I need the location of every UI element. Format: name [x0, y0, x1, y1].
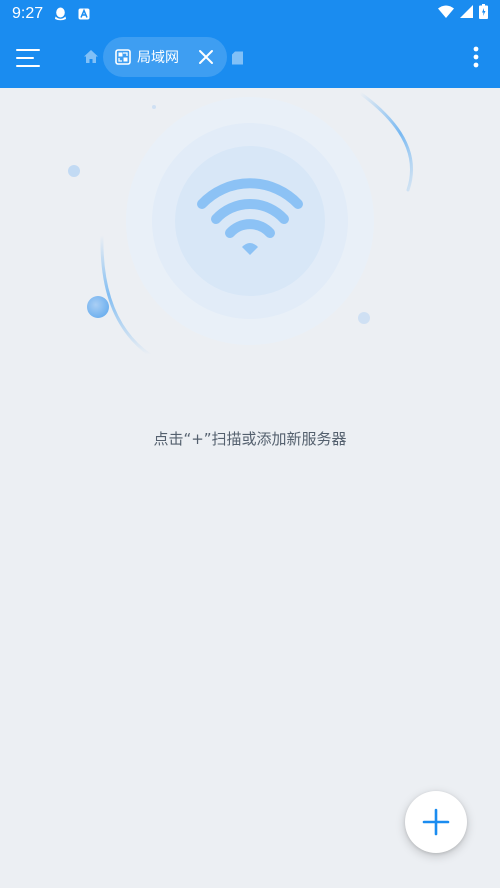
- tab-label: 局域网: [137, 50, 179, 66]
- lan-icon: [115, 49, 131, 65]
- status-time: 9:27: [12, 5, 44, 22]
- empty-state-message: 点击“+”扫描或添加新服务器: [153, 430, 347, 448]
- wifi-icon: [438, 5, 454, 23]
- more-vertical-icon[interactable]: [470, 44, 482, 70]
- qq-icon: [53, 7, 67, 21]
- home-icon[interactable]: [82, 48, 100, 66]
- tab-lan[interactable]: 局域网: [103, 37, 227, 77]
- plus-icon: [422, 808, 450, 836]
- close-icon[interactable]: [197, 48, 215, 66]
- lan-empty-illustration: [60, 85, 440, 375]
- status-right: [438, 4, 488, 24]
- battery-icon: [479, 4, 488, 24]
- cellular-icon: [460, 5, 473, 23]
- app-bar: 局域网: [0, 28, 500, 88]
- app-a-icon: [77, 7, 91, 21]
- hamburger-menu-icon[interactable]: [16, 44, 46, 72]
- status-bar: 9:27: [0, 0, 500, 28]
- add-server-button[interactable]: [405, 791, 467, 853]
- sd-card-icon[interactable]: [231, 50, 244, 65]
- status-left: 9:27: [12, 5, 91, 23]
